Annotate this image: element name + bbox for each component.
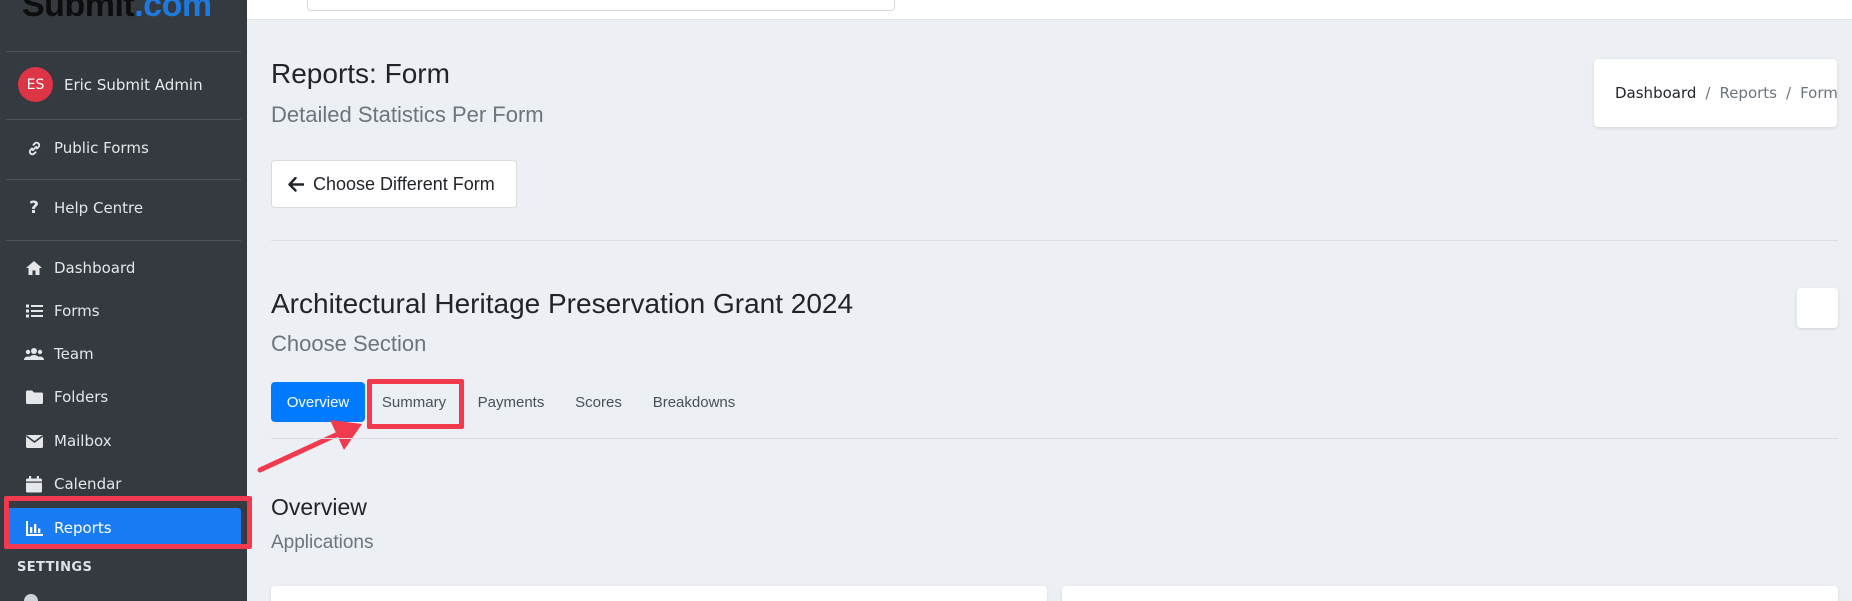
folder-icon [24,388,44,406]
sidebar-item-public-forms[interactable]: Public Forms [6,129,241,167]
arrow-left-icon [288,176,304,192]
sidebar-divider [6,119,241,120]
choose-different-form-button[interactable]: Choose Different Form [271,160,517,208]
stats-card [1062,586,1838,601]
stats-card [271,586,1047,601]
user-profile[interactable]: ES Eric Submit Admin [18,67,203,102]
sidebar-divider [6,179,241,180]
sidebar-divider [6,240,241,241]
tab-payments[interactable]: Payments [467,382,555,422]
breadcrumb-dashboard[interactable]: Dashboard [1615,84,1696,102]
breadcrumb-separator: / [1705,84,1711,102]
reports-highlight-annotation [4,496,252,549]
sidebar-item-team[interactable]: Team [6,335,241,373]
sidebar-item-label: Mailbox [54,432,112,450]
section-title: Overview [271,494,367,520]
list-icon [24,302,44,320]
sidebar-item-label: Team [54,345,94,363]
calendar-icon [24,475,44,493]
form-options-button[interactable] [1797,288,1838,328]
settings-header: SETTINGS [17,560,93,575]
tab-breakdowns[interactable]: Breakdowns [643,382,745,422]
page-subtitle: Detailed Statistics Per Form [271,102,544,127]
user-name: Eric Submit Admin [64,75,203,94]
question-icon: ? [29,198,39,218]
sidebar-item-help-centre[interactable]: ? Help Centre [6,189,241,227]
breadcrumb: Dashboard / Reports / Form [1594,59,1838,127]
form-title: Architectural Heritage Preservation Gran… [271,288,854,319]
sidebar-item-label: Forms [54,302,100,320]
breadcrumb-reports[interactable]: Reports [1719,84,1777,102]
sidebar-item-forms[interactable]: Forms [6,292,241,330]
sidebar-item-label: Calendar [54,475,122,493]
breadcrumb-form: Form [1800,84,1838,102]
home-icon [24,259,44,277]
topbar [247,0,1852,20]
sidebar-item-folders[interactable]: Folders [6,378,241,416]
sidebar-item-label: Dashboard [54,259,136,277]
search-input[interactable] [307,0,895,11]
breadcrumb-separator: / [1786,84,1792,102]
form-subtitle: Choose Section [271,331,427,356]
avatar: ES [18,67,53,102]
divider [271,240,1838,241]
tab-scores[interactable]: Scores [565,382,632,422]
sidebar-item-label: Public Forms [54,139,149,157]
users-icon [24,345,44,363]
page-title: Reports: Form [271,58,450,89]
envelope-icon [24,432,44,450]
sidebar-item-label: Help Centre [54,199,144,217]
summary-highlight-annotation [367,379,464,429]
sidebar-divider [6,51,241,52]
sidebar-item-dashboard[interactable]: Dashboard [6,249,241,287]
link-icon [24,139,44,157]
settings-icon[interactable] [24,594,38,601]
divider [271,438,1838,439]
sidebar-item-label: Folders [54,388,109,406]
choose-different-form-label: Choose Different Form [313,173,495,194]
annotation-arrow-icon [257,420,362,473]
section-subtitle: Applications [271,532,374,553]
app-logo[interactable]: Submit.com [22,0,212,25]
sidebar-item-mailbox[interactable]: Mailbox [6,422,241,460]
